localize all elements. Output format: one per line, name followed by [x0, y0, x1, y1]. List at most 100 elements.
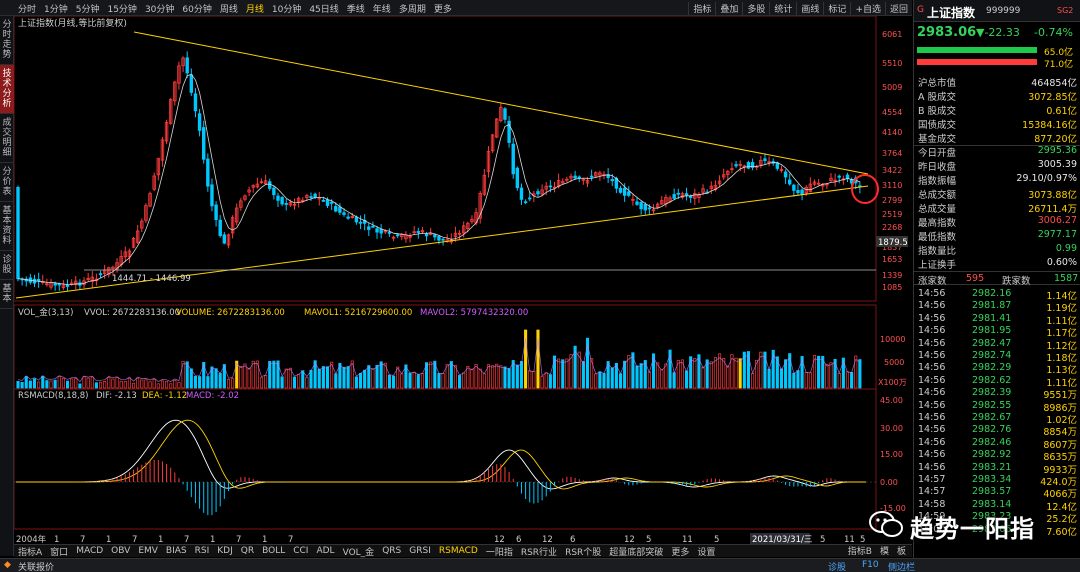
indicator-tab[interactable]: BOLL [258, 546, 289, 556]
price-axis-label: 6061 [882, 30, 902, 39]
toolbar-item[interactable]: 标记 [823, 1, 850, 15]
indicator-tab[interactable]: QRS [378, 546, 405, 556]
volume-bar [334, 373, 338, 389]
tick-row: 14:56 2982.16 1.14亿 [916, 288, 1077, 302]
candle-body [788, 179, 792, 185]
stat-label: 昨日收盘 [918, 162, 957, 173]
period-tab[interactable]: 分时 [14, 2, 40, 15]
indicator-tab[interactable]: RSMACD [435, 546, 482, 556]
toolbar-item[interactable]: 统计 [769, 1, 796, 15]
left-tab[interactable]: 分时走势 [0, 16, 14, 65]
candle-body [528, 197, 532, 200]
indicator-tab[interactable]: QR [237, 546, 258, 556]
time-axis-label: 1 [158, 535, 163, 544]
toolbar-item[interactable]: 叠加 [715, 1, 742, 15]
left-tab[interactable]: 基本资料 [0, 202, 14, 251]
period-tab[interactable]: 周线 [216, 2, 242, 15]
left-tab[interactable]: 分价表 [0, 163, 14, 202]
stat-label: 沪总市值 [918, 78, 957, 89]
period-tab[interactable]: 1分钟 [40, 2, 72, 15]
indicator-tab[interactable]: ADL [312, 546, 338, 556]
volume-bar [792, 372, 796, 389]
time-axis-label: 12 [494, 535, 505, 544]
volume-bar [548, 374, 552, 389]
toolbar-item[interactable]: 指标 [688, 1, 715, 15]
candle-body [647, 207, 652, 210]
status-item-f10[interactable]: F10 [862, 560, 879, 570]
tick-row: 14:56 2982.46 8607万 [916, 437, 1077, 451]
indicator-tab[interactable]: VOL_金 [339, 545, 379, 558]
indicator-tabs-right: 指标B 模板 [844, 544, 910, 557]
indicator-tab[interactable]: RSR个股 [561, 545, 605, 558]
indicator-tab[interactable]: BIAS [162, 546, 191, 556]
candle-body [589, 175, 594, 178]
indicator-tab[interactable]: OBV [107, 546, 134, 556]
indicator-tab-right[interactable]: 板 [893, 544, 910, 557]
volume-bar [119, 380, 123, 389]
period-tab[interactable]: 5分钟 [72, 2, 104, 15]
indicator-tab[interactable]: EMV [134, 546, 162, 556]
period-tab[interactable]: 30分钟 [141, 2, 178, 15]
candle-body [800, 189, 804, 195]
time-axis-label: 7 [236, 535, 241, 544]
tick-time: 14:56 [918, 461, 946, 473]
watermark-text: 趋势一阳指 [910, 515, 1035, 543]
volume-bar [70, 378, 74, 389]
toolbar-item[interactable]: 画线 [796, 1, 823, 15]
left-tab[interactable]: 基本 [0, 280, 14, 309]
period-tab[interactable]: 多周期 [395, 2, 430, 15]
indicator-tab[interactable]: 一阳指 [482, 545, 517, 558]
candle-body [676, 192, 680, 195]
indicator-tab[interactable]: RSR行业 [517, 545, 561, 558]
period-tab[interactable]: 更多 [430, 2, 456, 15]
volume-bar [499, 365, 503, 389]
toolbar-item[interactable]: 返回 [884, 1, 912, 15]
indicator-tab[interactable]: MACD [72, 546, 107, 556]
status-item-diagnose[interactable]: 诊股 [828, 560, 846, 572]
tick-row: 14:56 2982.92 8635万 [916, 449, 1077, 463]
volume-bar [474, 364, 478, 389]
price-axis-label: 1653 [882, 255, 902, 264]
indicator-tab[interactable]: KDJ [213, 546, 237, 556]
indicator-tabs: 指标A 窗口 MACD OBV EMV BIAS RSI KDJ QR BOLL CCI ADL VOL… [14, 544, 912, 558]
candle-body [334, 206, 338, 212]
indicator-tab[interactable]: 超量底部突破 [605, 545, 667, 558]
indicator-tab[interactable]: RSI [191, 546, 214, 556]
price-axis-label: 3764 [882, 149, 902, 158]
left-tab[interactable]: 成交明细 [0, 114, 14, 163]
volume-bar [850, 372, 854, 389]
toolbar-item[interactable]: 多股 [742, 1, 769, 15]
period-tab[interactable]: 季线 [343, 2, 369, 15]
period-tab[interactable]: 45日线 [305, 2, 342, 15]
indicator-tab[interactable]: 指标A [14, 545, 46, 558]
status-item-sidebar[interactable]: 侧边栏 [888, 560, 915, 572]
period-tab[interactable]: 年线 [369, 2, 395, 15]
indicator-tab[interactable]: 更多 [667, 545, 693, 558]
volume-bar [189, 368, 193, 389]
indicator-tab[interactable]: 窗口 [46, 545, 72, 558]
volume-bar [103, 381, 107, 389]
left-tab[interactable]: 诊股 [0, 251, 14, 280]
kline-chart[interactable]: 上证指数(月线,等比前复权) 6061 5510 5009 4554 4140 3764 34… [14, 16, 912, 544]
indicator-tab-right[interactable]: 模 [876, 544, 893, 557]
vol-axis-label: 5000 [884, 358, 904, 367]
volume-bar [243, 363, 247, 389]
period-tab[interactable]: 60分钟 [178, 2, 215, 15]
tick-row: 14:56 2981.87 1.19亿 [916, 300, 1077, 314]
volume-bar [660, 369, 664, 389]
period-tab[interactable]: 10分钟 [268, 2, 305, 15]
volume-bar [561, 359, 565, 389]
period-tab[interactable]: 月线 [242, 2, 268, 15]
quote-price: 2983.06 [917, 25, 977, 40]
indicator-tab[interactable]: CCI [289, 546, 312, 556]
toolbar-item[interactable]: +自选 [850, 1, 885, 15]
indicator-tab[interactable]: GRSI [405, 546, 435, 556]
indicator-tab[interactable]: 设置 [693, 545, 719, 558]
left-tab[interactable]: 技术分析 [0, 65, 14, 114]
indicator-tab-right[interactable]: 指标B [844, 544, 876, 557]
volume-bar [152, 379, 156, 389]
status-left-label[interactable]: 关联报价 [18, 560, 54, 572]
period-toolbar: 分时 1分钟 5分钟 15分钟 30分钟 60分钟 周线 月线 10分钟 45日线 季线 年线 多周期更… [0, 0, 912, 16]
period-tab[interactable]: 15分钟 [103, 2, 140, 15]
volume-bar [540, 376, 544, 389]
